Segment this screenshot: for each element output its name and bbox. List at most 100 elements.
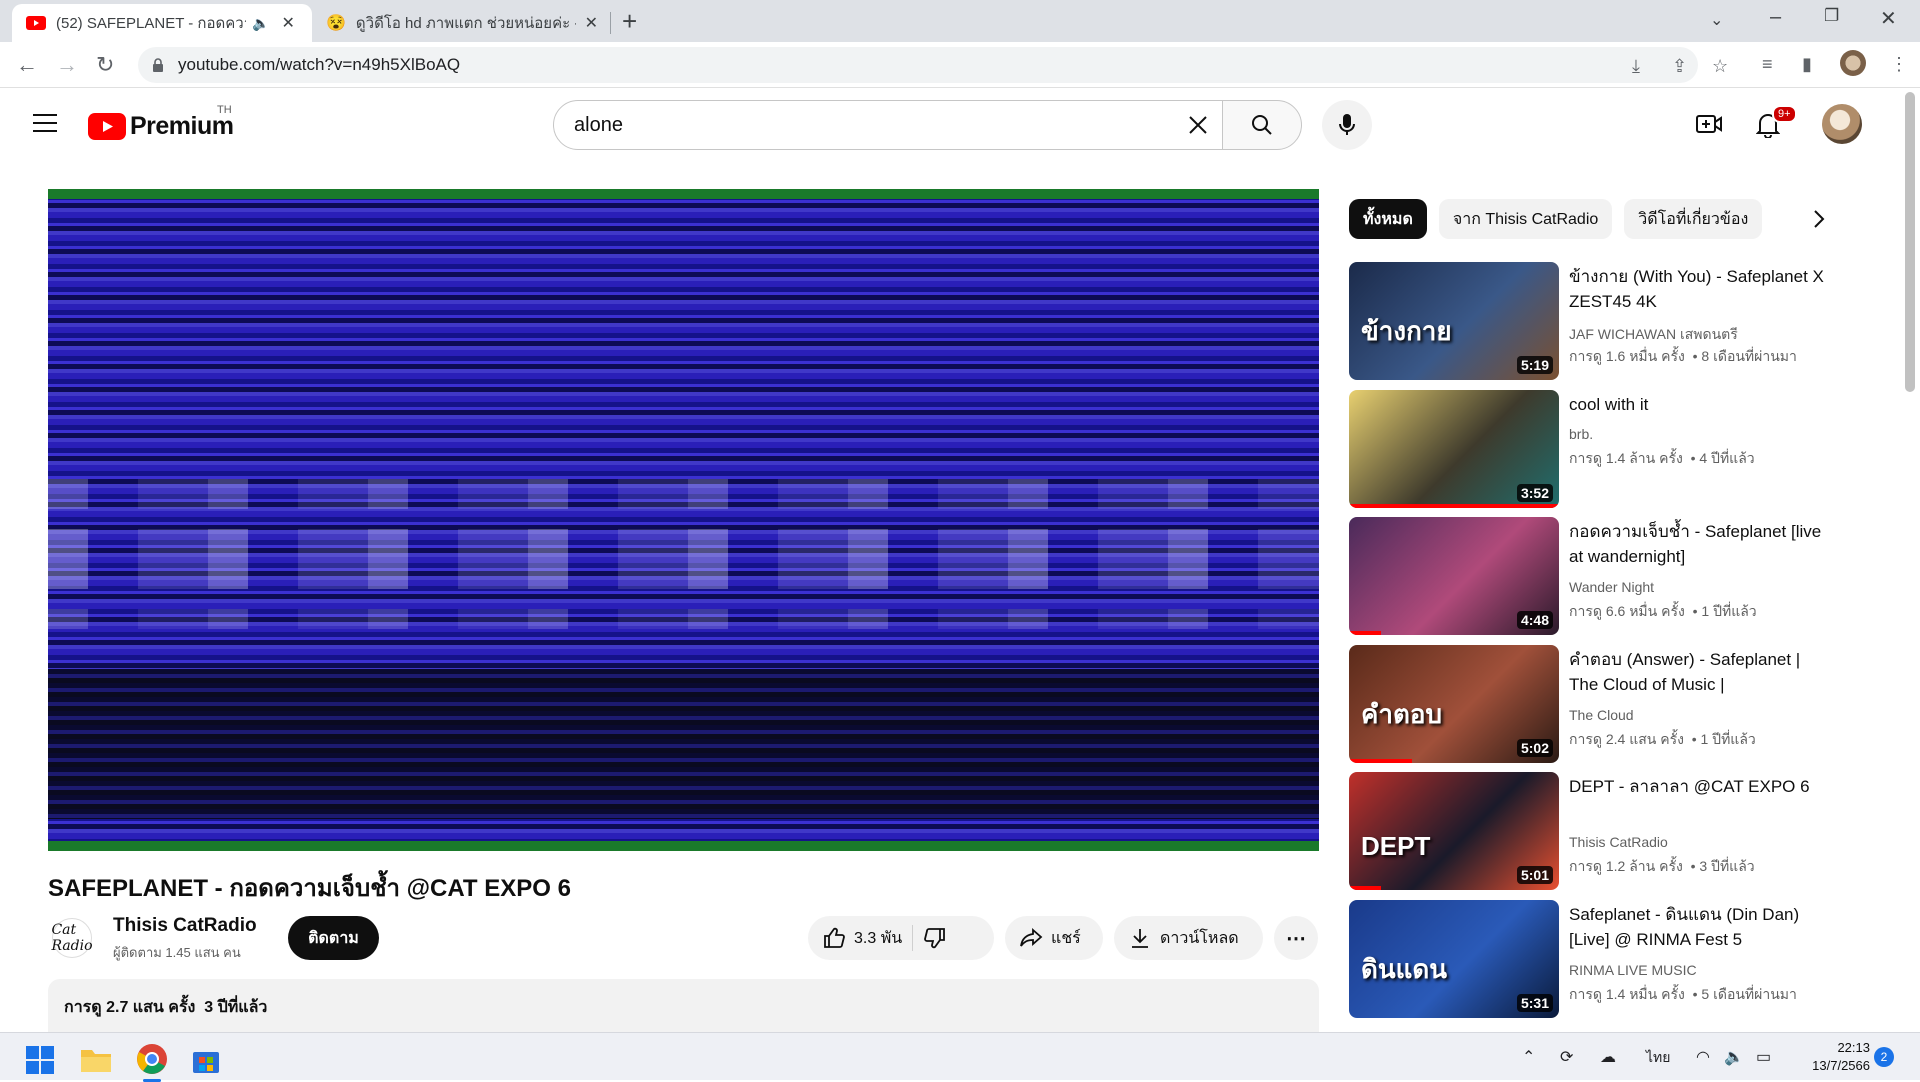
- wifi-icon[interactable]: ◠: [1696, 1047, 1710, 1067]
- chip-all[interactable]: ทั้งหมด: [1349, 199, 1427, 239]
- recommendation-channel[interactable]: brb.: [1569, 426, 1593, 442]
- sync-icon[interactable]: ⟳: [1560, 1047, 1573, 1067]
- windows-start-icon[interactable]: [26, 1046, 54, 1074]
- recommendation-meta: การดู 2.4 แสน ครั้ง • 1 ปีที่แล้ว: [1569, 730, 1756, 747]
- create-video-icon[interactable]: [1695, 112, 1723, 136]
- profile-icon[interactable]: [1840, 50, 1866, 76]
- channel-name[interactable]: Thisis CatRadio: [113, 915, 257, 937]
- recommendation-title[interactable]: ข้างกาย (With You) - Safeplanet X ZEST45…: [1569, 264, 1829, 314]
- taskbar-clock[interactable]: 22:13 13/7/2566: [1790, 1039, 1870, 1075]
- more-actions-button[interactable]: ⋯: [1274, 916, 1318, 960]
- recommendation-channel[interactable]: The Cloud: [1569, 707, 1634, 723]
- media-control-icon[interactable]: ≡: [1762, 54, 1773, 75]
- recommendation-meta: การดู 1.6 หมื่น ครั้ง • 8 เดือนที่ผ่านมา: [1569, 348, 1797, 364]
- video-duration: 5:01: [1516, 866, 1553, 884]
- battery-icon[interactable]: ▭: [1756, 1047, 1771, 1067]
- recommendation-channel[interactable]: Wander Night: [1569, 579, 1654, 595]
- input-language[interactable]: ไทย: [1646, 1047, 1670, 1069]
- recommendation-card[interactable]: คำตอบ 5:02 คำตอบ (Answer) - Safeplanet | T…: [1349, 644, 1829, 765]
- tab-search-chevron-icon[interactable]: ⌄: [1710, 10, 1723, 30]
- microphone-icon: [1339, 114, 1355, 135]
- video-thumbnail[interactable]: ข้างกาย 5:19: [1349, 262, 1559, 380]
- recommendation-card[interactable]: 3:52 cool with it brb. การดู 1.4 ล้าน ครั้ง…: [1349, 389, 1829, 510]
- recommendation-card[interactable]: 4:48 กอดความเจ็บช้ำ - Safeplanet [live at…: [1349, 517, 1829, 637]
- dislike-button[interactable]: [923, 926, 947, 950]
- thumbnail-overlay-text: DEPT: [1361, 831, 1431, 861]
- thumbs-down-icon: [924, 928, 946, 949]
- clock-date: 13/7/2566: [1812, 1058, 1870, 1073]
- cloud-icon[interactable]: ☁: [1600, 1047, 1616, 1067]
- clear-search-icon[interactable]: [1186, 113, 1210, 137]
- recommendation-channel[interactable]: JAF WICHAWAN เสพดนตรี: [1569, 324, 1738, 346]
- channel-logo[interactable]: Cat Radio: [51, 918, 93, 958]
- recommendation-title[interactable]: กอดความเจ็บช้ำ - Safeplanet [live at wan…: [1569, 519, 1829, 569]
- menu-icon[interactable]: [33, 114, 57, 138]
- tab-youtube[interactable]: (52) SAFEPLANET - กอดความเจ็บช้ำ @CAT EX…: [12, 4, 312, 42]
- video-glitch-band: [48, 529, 1319, 589]
- reload-button[interactable]: ↻: [96, 52, 114, 78]
- recommendation-title[interactable]: Safeplanet - ดินแดน (Din Dan) [Live] @ R…: [1569, 902, 1829, 952]
- video-thumbnail[interactable]: 3:52: [1349, 389, 1559, 508]
- chrome-menu-icon[interactable]: ⋮: [1890, 54, 1908, 75]
- recommendation-meta: การดู 6.6 หมื่น ครั้ง • 1 ปีที่แล้ว: [1569, 603, 1757, 619]
- recommendation-title[interactable]: DEPT - ลาลาลา @CAT EXPO 6: [1569, 774, 1829, 799]
- recommendation-title[interactable]: cool with it: [1569, 392, 1829, 417]
- video-thumbnail[interactable]: 4:48: [1349, 517, 1559, 635]
- share-page-icon[interactable]: ⇪: [1672, 56, 1687, 77]
- search-button[interactable]: [1222, 100, 1302, 150]
- install-app-icon[interactable]: ⤓: [1632, 56, 1640, 77]
- youtube-logo-icon: [88, 113, 126, 140]
- chevron-right-icon[interactable]: [1812, 208, 1826, 230]
- show-hidden-icons-chevron-icon[interactable]: ⌃: [1522, 1047, 1535, 1067]
- recommendation-card[interactable]: DEPT 5:01 DEPT - ลาลาลา @CAT EXPO 6 Thisis …: [1349, 772, 1829, 892]
- tab-audio-icon[interactable]: 🔈: [252, 15, 269, 32]
- bookmark-star-icon[interactable]: ☆: [1712, 56, 1728, 77]
- like-separator: [912, 925, 914, 951]
- voice-search-button[interactable]: [1322, 100, 1372, 150]
- thumbnail-overlay-text: ข้างกาย: [1361, 316, 1452, 346]
- recommendation-title[interactable]: คำตอบ (Answer) - Safeplanet | The Cloud …: [1569, 647, 1829, 697]
- page-scrollbar[interactable]: [1905, 92, 1915, 392]
- video-thumbnail[interactable]: DEPT 5:01: [1349, 772, 1559, 890]
- chrome-icon[interactable]: [136, 1043, 168, 1082]
- recommendation-card[interactable]: ดินแดน 5:31 Safeplanet - ดินแดน (Din Dan) …: [1349, 899, 1829, 1020]
- chip-from-channel[interactable]: จาก Thisis CatRadio: [1438, 199, 1613, 239]
- chip-related[interactable]: วิดีโอที่เกี่ยวข้อง: [1624, 199, 1763, 239]
- address-bar[interactable]: youtube.com/watch?v=n49h5XlBoAQ: [138, 47, 1698, 83]
- minimize-button[interactable]: –: [1770, 6, 1781, 29]
- notification-center-badge[interactable]: 2: [1874, 1047, 1894, 1067]
- new-tab-button[interactable]: +: [622, 6, 637, 37]
- description-box[interactable]: การดู 2.7 แสน ครั้ง 3 ปีที่แล้ว: [48, 979, 1319, 1039]
- recommendation-card[interactable]: ข้างกาย 5:19 ข้างกาย (With You) - Safeplan…: [1349, 262, 1829, 382]
- tab-pantip[interactable]: 😵 ดูวิดีโอ hd ภาพแตก ช่วยหน่อยค่ะ - Pant…: [312, 4, 612, 42]
- file-explorer-icon[interactable]: [80, 1046, 112, 1074]
- side-panel-icon[interactable]: ▮: [1802, 54, 1812, 75]
- youtube-favicon-icon: [26, 16, 46, 30]
- video-thumbnail[interactable]: ดินแดน 5:31: [1349, 899, 1559, 1018]
- tab-close-icon[interactable]: ✕: [281, 13, 294, 33]
- logo-wordmark: Premium: [130, 112, 234, 140]
- microsoft-store-icon[interactable]: [192, 1046, 220, 1074]
- video-thumbnail[interactable]: คำตอบ 5:02: [1349, 644, 1559, 763]
- video-player[interactable]: [48, 189, 1319, 851]
- tab-close-icon[interactable]: ✕: [585, 13, 598, 33]
- maximize-button[interactable]: ❐: [1824, 6, 1839, 26]
- windows-taskbar: ⌃ ⟳ ☁ ไทย ◠ 🔈 ▭ 22:13 13/7/2566 2: [0, 1032, 1920, 1082]
- search-input[interactable]: alone: [553, 100, 1223, 150]
- download-label: ดาวน์โหลด: [1160, 929, 1239, 947]
- watch-progress-bar: [1349, 631, 1381, 635]
- download-button[interactable]: ดาวน์โหลด: [1114, 916, 1263, 960]
- recommendation-channel[interactable]: RINMA LIVE MUSIC: [1569, 962, 1697, 978]
- youtube-premium-logo[interactable]: Premium: [88, 112, 234, 141]
- forward-button[interactable]: →: [56, 52, 78, 78]
- like-button[interactable]: 3.3 พัน: [808, 926, 902, 951]
- back-button[interactable]: ←: [16, 52, 38, 78]
- view-count-and-date: การดู 2.7 แสน ครั้ง 3 ปีที่แล้ว: [64, 999, 268, 1016]
- share-button[interactable]: แชร์: [1005, 916, 1103, 960]
- close-window-button[interactable]: ✕: [1880, 6, 1897, 31]
- lock-icon[interactable]: [152, 58, 164, 72]
- account-avatar[interactable]: [1822, 104, 1862, 144]
- subscribe-button[interactable]: ติดตาม: [288, 916, 379, 960]
- recommendation-channel[interactable]: Thisis CatRadio: [1569, 834, 1668, 850]
- volume-icon[interactable]: 🔈: [1724, 1047, 1744, 1067]
